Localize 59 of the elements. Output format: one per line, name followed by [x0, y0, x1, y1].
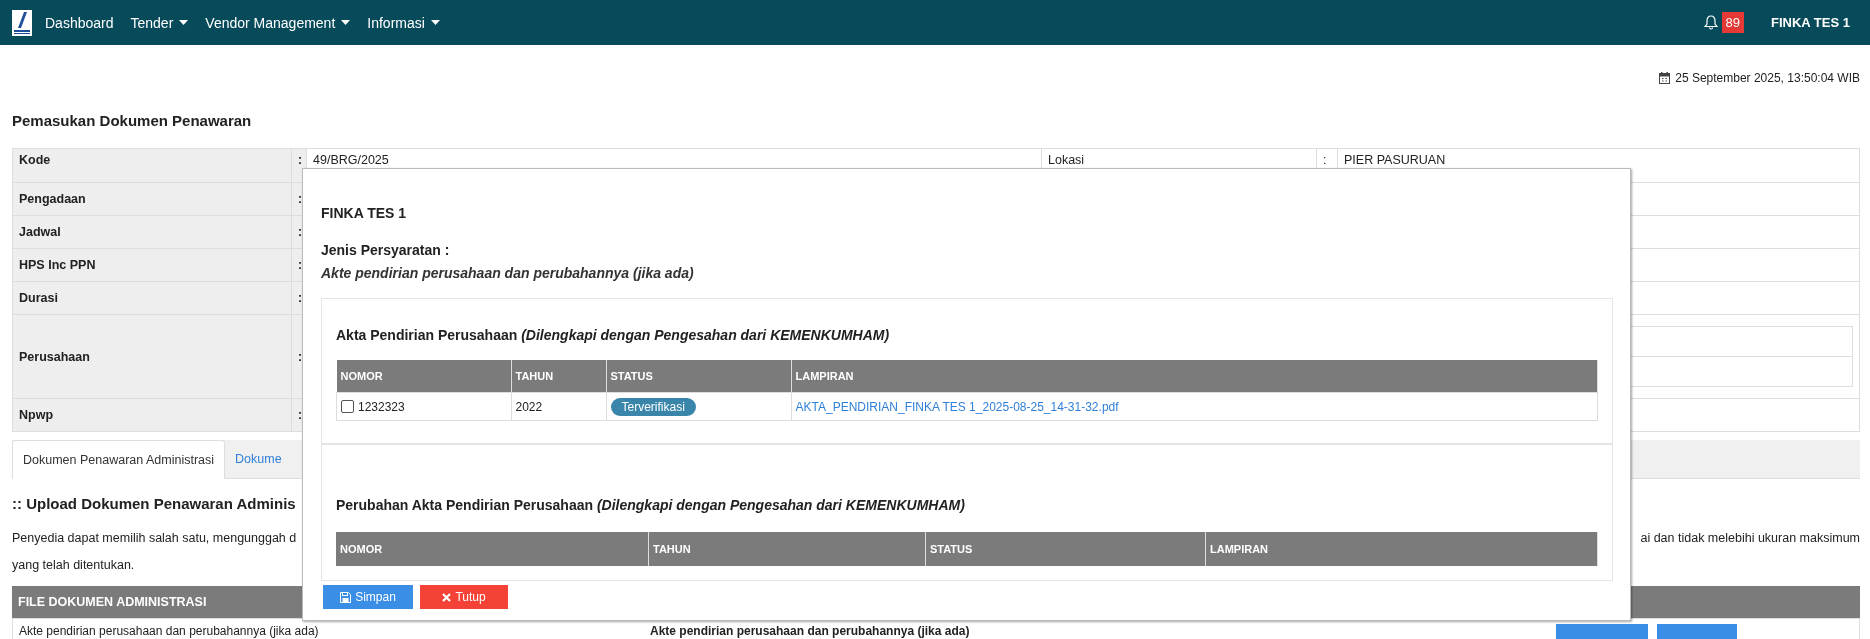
field-label: Kode: [19, 153, 51, 167]
separator: :: [298, 291, 303, 305]
column-header: NOMOR: [336, 532, 649, 566]
action-button[interactable]: [1556, 624, 1648, 639]
notification-badge: 89: [1721, 12, 1744, 33]
nav-menu-item[interactable]: Tender: [130, 14, 189, 31]
requirement-label: Jenis Persyaratan :: [321, 242, 451, 258]
calendar-icon: [1659, 72, 1671, 84]
column-header: TAHUN: [511, 360, 606, 393]
page-title: Pemasukan Dokumen Penawaran: [12, 112, 253, 131]
separator: :: [298, 192, 303, 206]
field-label: Durasi: [19, 291, 58, 305]
field-value: 49/BRG/2025: [313, 153, 389, 167]
separator: :: [298, 349, 303, 364]
column-header: STATUS: [925, 532, 1206, 566]
modal-title: FINKA TES 1: [321, 205, 408, 223]
table-cell-text: Akte pendirian perusahaan dan perubahannya (jika ada): [649, 624, 971, 639]
column-header: STATUS: [606, 360, 791, 393]
logo-icon: [12, 9, 32, 36]
column-header: LAMPIRAN: [1205, 532, 1598, 566]
field-label: Npwp: [19, 408, 54, 422]
nav-menu-item[interactable]: Dashboard: [45, 14, 114, 31]
field-label: HPS Inc PPN: [19, 258, 96, 272]
field-label: Pengadaan: [19, 192, 86, 206]
close-icon: [442, 592, 452, 602]
separator: :: [298, 408, 303, 422]
section-heading: :: Upload Dokumen Penawaran Adminis: [12, 494, 296, 514]
column-header: LAMPIRAN: [791, 360, 1598, 393]
status-badge: Terverifikasi: [610, 397, 696, 416]
description-text: ai dan tidak melebihi ukuran maksimum: [1640, 531, 1860, 545]
date-time: 25 September 2025, 13:50:04 WIB: [1675, 71, 1860, 85]
tab[interactable]: Dokume: [225, 440, 292, 478]
section-heading: Akta Pendirian Perusahaan (Dilengkapi dengan Pengesahan dari KEMENKUMHAM): [336, 327, 891, 344]
table-cell-text: Akte pendirian perusahaan dan perubahannya (jika ada): [18, 624, 320, 639]
separator: :: [298, 225, 303, 239]
nav-menu-item[interactable]: Informasi: [367, 14, 440, 31]
column-header: TAHUN: [648, 532, 926, 566]
description-text: Penyedia dapat memilih salah satu, mengunggah d: [12, 531, 297, 545]
field-label: Jadwal: [19, 225, 61, 239]
column-header: NOMOR: [336, 360, 511, 393]
requirement-text: Akte pendirian perusahaan dan perubahannya (jika ada): [321, 265, 695, 281]
table-cell: 1232323: [358, 399, 405, 414]
table-cell: 2022: [511, 392, 606, 421]
tab[interactable]: Dokumen Penawaran Administrasi: [12, 440, 226, 479]
user-menu[interactable]: FINKA TES 1: [1771, 15, 1850, 30]
description-text: yang telah ditentukan.: [12, 558, 136, 572]
save-icon: [340, 591, 352, 603]
section-heading: Perubahan Akta Pendirian Perusahaan (Dilengkapi dengan Pengesahan dari KEMENKUMHAM): [336, 497, 966, 514]
separator: :: [1323, 153, 1327, 167]
bell-icon: [1703, 15, 1718, 30]
checkbox[interactable]: [341, 399, 354, 413]
field-value: PIER PASURUAN: [1344, 153, 1446, 167]
nav-menu-item[interactable]: Vendor Management: [205, 14, 351, 31]
action-button[interactable]: [1657, 624, 1737, 639]
separator: :: [298, 153, 303, 167]
field-label: Perusahaan: [19, 349, 90, 364]
field-label: Lokasi: [1048, 153, 1085, 167]
separator: :: [298, 258, 303, 272]
close-button[interactable]: Tutup: [420, 585, 508, 609]
